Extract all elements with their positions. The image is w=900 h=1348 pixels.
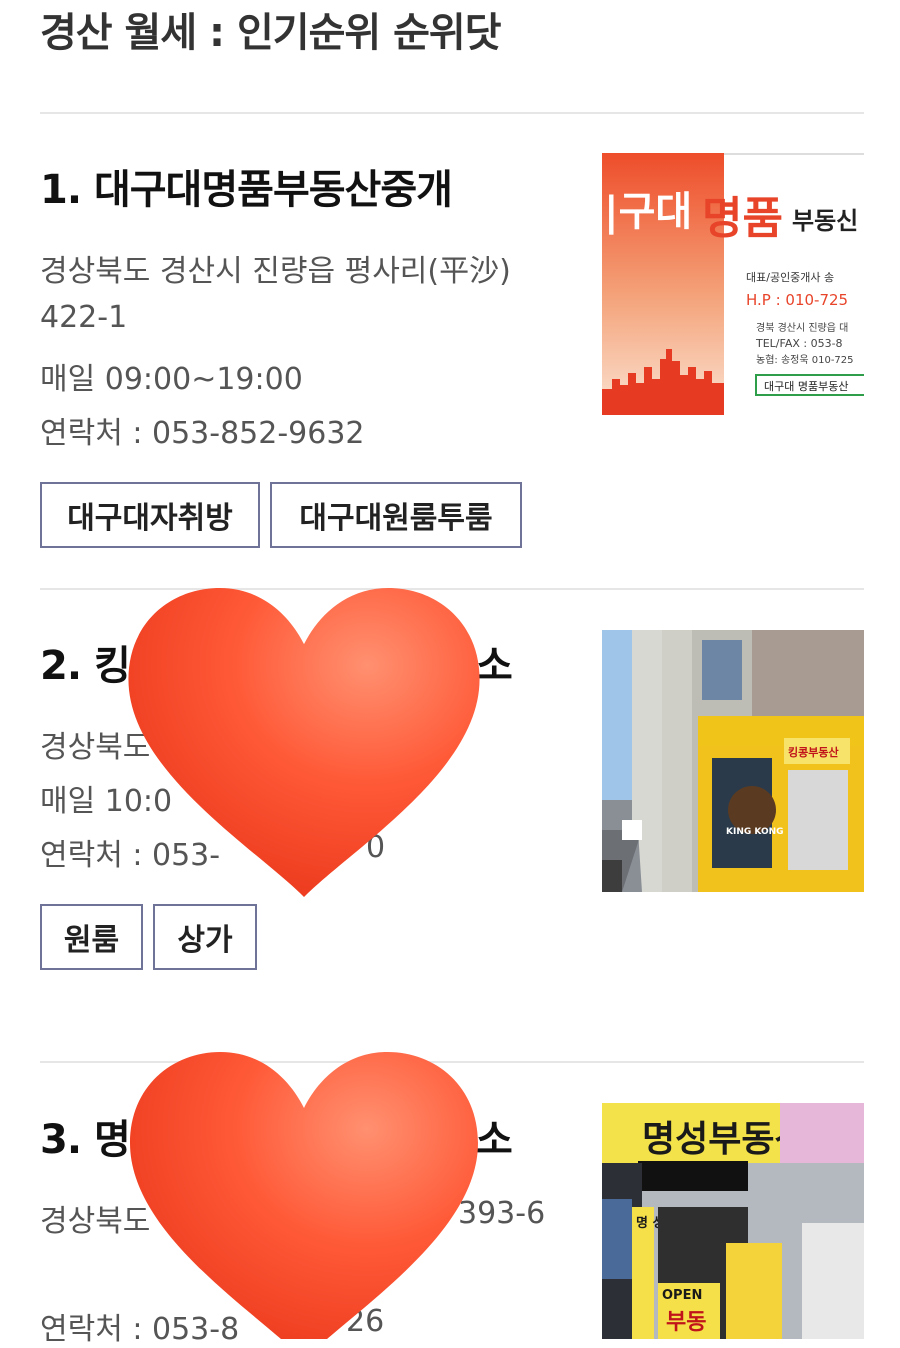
listing-thumbnail[interactable]: 명성부동산 명 성 부 동 OPEN 부동 <box>602 1103 864 1339</box>
tag-daegu-jachwi[interactable]: 대구대자취방 <box>40 482 260 548</box>
listing-address: 경상북도 경산시 진량읍 평사리(平沙) <box>40 254 511 289</box>
thumb-rep: 대표/공인중개사 송 <box>746 271 834 284</box>
thumb-brand-tail: 부동신 <box>792 207 858 235</box>
tag-oneroom[interactable]: 원룸 <box>40 904 143 970</box>
divider <box>40 112 864 114</box>
page-title: 경산 월세 : 인기순위 순위닷 <box>40 10 501 56</box>
listing-thumbnail[interactable]: KING KONG 킹콩부동산 <box>602 630 864 892</box>
listing-phone[interactable]: 연락처 : 053-852-9632 <box>40 408 365 452</box>
thumb-text-left: |구대 <box>604 189 692 236</box>
tag-daegu-oneroom[interactable]: 대구대원룸투룸 <box>270 482 522 548</box>
thumb-addr: 경북 경산시 진량읍 대 <box>756 321 848 334</box>
thumb-bank: 농협: 송정욱 010-725 <box>756 353 854 366</box>
listing-thumbnail[interactable]: |구대 명품 부동신 대표/공인중개사 송 H.P : 010-725 경북 경… <box>602 153 864 415</box>
listing-title-end[interactable]: 소 <box>476 1107 513 1165</box>
listing-title[interactable]: 1. 대구대명품부동산중개 <box>40 157 453 215</box>
thumb-fax: TEL/FAX : 053-8 <box>755 337 843 350</box>
listing-title-start[interactable]: 2. 킹 <box>40 633 131 691</box>
thumb-hp: H.P : 010-725 <box>746 291 848 309</box>
thumb-sign-name: 킹콩부동산 <box>788 745 839 759</box>
thumb-open-sign: OPEN <box>662 1288 702 1303</box>
listing-title-start[interactable]: 3. 명 <box>40 1107 131 1165</box>
heart-sticker-icon <box>130 1052 478 1339</box>
listing-hours: 매일 09:00~19:00 <box>40 362 303 397</box>
thumb-sign-kingkong: KING KONG <box>726 827 784 837</box>
tag-shop[interactable]: 상가 <box>153 904 257 970</box>
thumb-bu-sign: 부동 <box>666 1310 706 1335</box>
thumb-badge: 대구대 명품부동산 <box>764 380 848 393</box>
listing-address-continued: 422-1 <box>40 300 128 335</box>
thumb-brand: 명품 <box>702 193 783 244</box>
heart-sticker-icon <box>128 588 480 897</box>
